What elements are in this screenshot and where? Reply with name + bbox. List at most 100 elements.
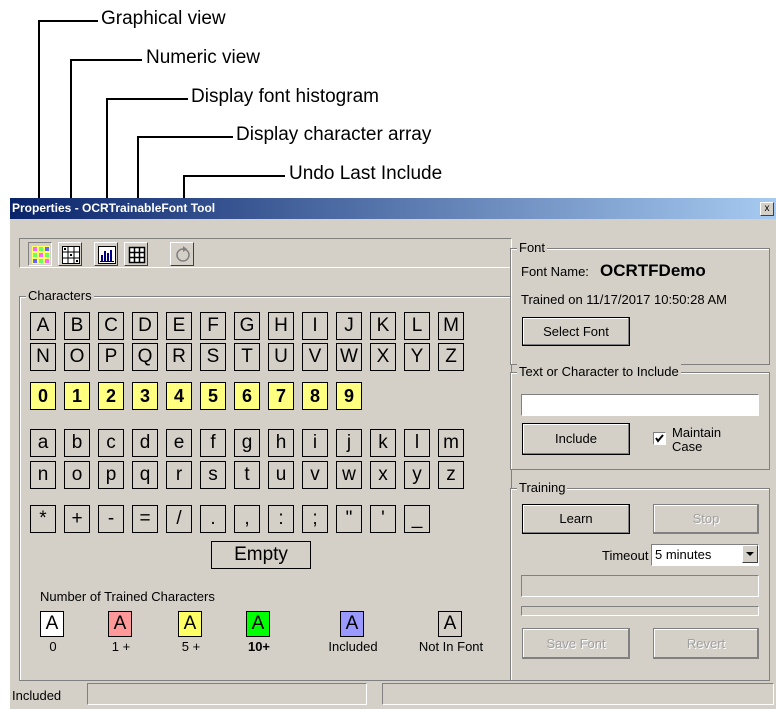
include-text-input[interactable]	[521, 394, 759, 416]
lowercase-char-button[interactable]: t	[234, 461, 260, 489]
numeric-view-button[interactable]	[58, 242, 82, 266]
uppercase-char-button[interactable]: G	[234, 312, 260, 340]
symbol-char-button[interactable]: ,	[234, 505, 260, 533]
digit-char-button[interactable]: 8	[302, 382, 328, 410]
dropdown-arrow-icon[interactable]	[742, 545, 758, 563]
lowercase-char-button[interactable]: m	[438, 429, 464, 457]
uppercase-char-button[interactable]: A	[30, 312, 56, 340]
uppercase-char-button[interactable]: S	[200, 343, 226, 371]
uppercase-char-button[interactable]: K	[370, 312, 396, 340]
digit-char-button[interactable]: 4	[166, 382, 192, 410]
digit-char-button[interactable]: 9	[336, 382, 362, 410]
uppercase-char-button[interactable]: I	[302, 312, 328, 340]
include-group: Text or Character to Include	[510, 364, 770, 470]
empty-button[interactable]: Empty	[211, 541, 311, 569]
lowercase-char-button[interactable]: v	[302, 461, 328, 489]
digit-char-button[interactable]: 7	[268, 382, 294, 410]
learn-button[interactable]: Learn	[522, 504, 630, 534]
uppercase-char-button[interactable]: L	[404, 312, 430, 340]
close-icon[interactable]: x	[760, 202, 774, 216]
symbol-char-button[interactable]: .	[200, 505, 226, 533]
uppercase-char-button[interactable]: Z	[438, 343, 464, 371]
uppercase-char-button[interactable]: C	[98, 312, 124, 340]
revert-button[interactable]: Revert	[653, 628, 759, 659]
char-array-button[interactable]	[124, 242, 148, 266]
save-font-button[interactable]: Save Font	[522, 628, 630, 659]
lowercase-char-button[interactable]: h	[268, 429, 294, 457]
symbol-char-button[interactable]: '	[370, 505, 396, 533]
uppercase-char-button[interactable]: T	[234, 343, 260, 371]
uppercase-char-button[interactable]: O	[64, 343, 90, 371]
uppercase-char-button[interactable]: W	[336, 343, 362, 371]
select-font-button[interactable]: Select Font	[522, 317, 630, 346]
lowercase-char-button[interactable]: u	[268, 461, 294, 489]
uppercase-char-button[interactable]: D	[132, 312, 158, 340]
digit-char-button[interactable]: 6	[234, 382, 260, 410]
legend-swatch: A	[178, 611, 202, 637]
lowercase-char-button[interactable]: x	[370, 461, 396, 489]
lowercase-char-button[interactable]: z	[438, 461, 464, 489]
uppercase-char-button[interactable]: R	[166, 343, 192, 371]
uppercase-char-button[interactable]: Q	[132, 343, 158, 371]
lowercase-char-button[interactable]: n	[30, 461, 56, 489]
symbol-char-button[interactable]: -	[98, 505, 124, 533]
digit-char-button[interactable]: 0	[30, 382, 56, 410]
lowercase-char-button[interactable]: f	[200, 429, 226, 457]
lowercase-char-button[interactable]: e	[166, 429, 192, 457]
uppercase-char-button[interactable]: X	[370, 343, 396, 371]
symbol-char-button[interactable]: +	[64, 505, 90, 533]
lowercase-char-button[interactable]: b	[64, 429, 90, 457]
status-field-2	[382, 683, 774, 705]
title-bar: Properties - OCRTrainableFont Tool x	[10, 198, 776, 219]
leader-numeric-h	[70, 59, 142, 61]
lowercase-char-button[interactable]: k	[370, 429, 396, 457]
lowercase-char-button[interactable]: a	[30, 429, 56, 457]
graphical-view-button[interactable]	[28, 242, 52, 266]
lowercase-char-button[interactable]: q	[132, 461, 158, 489]
timeout-select[interactable]: 5 minutes	[651, 544, 759, 566]
include-button[interactable]: Include	[522, 423, 630, 455]
undo-last-include-button[interactable]	[170, 242, 194, 266]
uppercase-char-button[interactable]: P	[98, 343, 124, 371]
maintain-case-label[interactable]: Maintain Case	[672, 426, 721, 454]
digit-char-button[interactable]: 5	[200, 382, 226, 410]
uppercase-char-button[interactable]: V	[302, 343, 328, 371]
symbol-char-button[interactable]: "	[336, 505, 362, 533]
uppercase-char-button[interactable]: N	[30, 343, 56, 371]
lowercase-char-button[interactable]: i	[302, 429, 328, 457]
lowercase-char-button[interactable]: w	[336, 461, 362, 489]
uppercase-char-button[interactable]: E	[166, 312, 192, 340]
lowercase-char-button[interactable]: p	[98, 461, 124, 489]
maintain-case-checkbox[interactable]	[653, 432, 666, 445]
digit-char-button[interactable]: 3	[132, 382, 158, 410]
progress-bar-1	[521, 575, 759, 597]
symbol-char-button[interactable]: =	[132, 505, 158, 533]
symbol-char-button[interactable]: _	[404, 505, 430, 533]
uppercase-char-button[interactable]: J	[336, 312, 362, 340]
lowercase-char-button[interactable]: r	[166, 461, 192, 489]
lowercase-char-button[interactable]: o	[64, 461, 90, 489]
uppercase-char-button[interactable]: F	[200, 312, 226, 340]
digit-char-button[interactable]: 2	[98, 382, 124, 410]
training-group-label: Training	[517, 480, 568, 495]
uppercase-char-button[interactable]: B	[64, 312, 90, 340]
properties-window: Properties - OCRTrainableFont Tool x Cha…	[10, 198, 776, 709]
lowercase-char-button[interactable]: s	[200, 461, 226, 489]
lowercase-char-button[interactable]: c	[98, 429, 124, 457]
lowercase-char-button[interactable]: y	[404, 461, 430, 489]
lowercase-char-button[interactable]: d	[132, 429, 158, 457]
symbol-char-button[interactable]: ;	[302, 505, 328, 533]
lowercase-char-button[interactable]: g	[234, 429, 260, 457]
lowercase-char-button[interactable]: j	[336, 429, 362, 457]
uppercase-char-button[interactable]: U	[268, 343, 294, 371]
symbol-char-button[interactable]: /	[166, 505, 192, 533]
digit-char-button[interactable]: 1	[64, 382, 90, 410]
stop-button[interactable]: Stop	[653, 504, 759, 534]
symbol-char-button[interactable]: :	[268, 505, 294, 533]
uppercase-char-button[interactable]: H	[268, 312, 294, 340]
uppercase-char-button[interactable]: Y	[404, 343, 430, 371]
lowercase-char-button[interactable]: l	[404, 429, 430, 457]
uppercase-char-button[interactable]: M	[438, 312, 464, 340]
symbol-char-button[interactable]: *	[30, 505, 56, 533]
font-histogram-button[interactable]	[94, 242, 118, 266]
